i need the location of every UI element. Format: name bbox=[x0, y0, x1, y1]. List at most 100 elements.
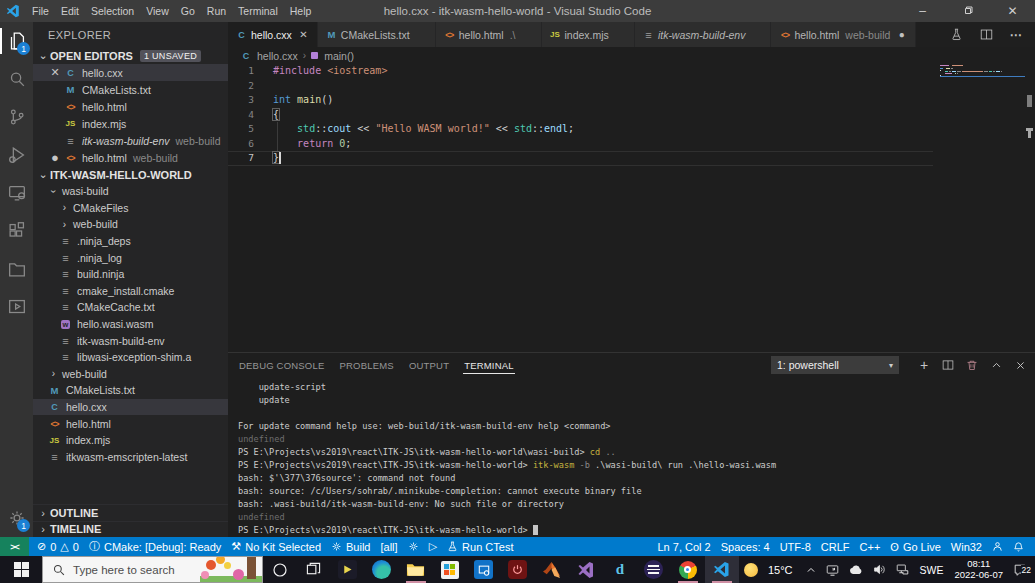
taskbar-search-input[interactable]: Type here to search bbox=[42, 556, 263, 583]
taskbar-app-d-app[interactable]: d bbox=[603, 556, 637, 583]
status-language-mode[interactable]: C++ bbox=[855, 541, 886, 553]
tree-file[interactable]: <>hello.html bbox=[33, 415, 228, 432]
status-build[interactable]: Build bbox=[326, 541, 375, 553]
tab-hello.html[interactable]: <>hello.htmlweb-build● bbox=[771, 22, 916, 47]
modified-dot-icon[interactable]: ● bbox=[47, 150, 63, 165]
open-editor-item[interactable]: ✕Chello.cxx bbox=[33, 64, 228, 81]
tab-index.mjs[interactable]: JSindex.mjs bbox=[542, 22, 635, 47]
network-icon[interactable] bbox=[891, 563, 914, 576]
remote-indicator[interactable]: >< bbox=[0, 537, 29, 556]
open-editor-item[interactable]: ≡itk-wasm-build-envweb-build bbox=[33, 132, 228, 149]
start-button[interactable] bbox=[0, 556, 42, 583]
close-icon[interactable]: ✕ bbox=[47, 66, 63, 79]
taskbar-app-store[interactable] bbox=[433, 556, 467, 583]
terminal-output[interactable]: update-script update For update command … bbox=[228, 377, 1035, 537]
menu-file[interactable]: File bbox=[26, 0, 55, 22]
status-cmake-status[interactable]: ⓘCMake: [Debug]: Ready bbox=[84, 539, 226, 554]
split-terminal-icon[interactable] bbox=[941, 359, 955, 371]
status-cursor-position[interactable]: Ln 7, Col 2 bbox=[653, 541, 716, 553]
status-eol[interactable]: CRLF bbox=[816, 541, 855, 553]
menu-edit[interactable]: Edit bbox=[55, 0, 85, 22]
keyboard-language[interactable]: SWE bbox=[914, 564, 948, 576]
status-go-live[interactable]: ʘGo Live bbox=[885, 541, 945, 553]
activity-extensions[interactable] bbox=[0, 212, 33, 250]
taskbar-app-chrome[interactable] bbox=[671, 556, 705, 583]
tree-file[interactable]: JSindex.mjs bbox=[33, 432, 228, 449]
tree-file[interactable]: MCMakeLists.txt bbox=[33, 382, 228, 399]
status-run-ctest[interactable]: Run CTest bbox=[442, 541, 518, 553]
status-kit-select[interactable]: ⚒No Kit Selected bbox=[226, 540, 326, 553]
tab-hello.html[interactable]: <>hello.html.\ bbox=[436, 22, 542, 47]
maximize-panel-icon[interactable] bbox=[989, 360, 1003, 371]
taskbar-app-vscode[interactable] bbox=[705, 556, 739, 583]
tree-folder[interactable]: ›web-build bbox=[33, 366, 228, 383]
minimize-button[interactable]: – bbox=[900, 0, 945, 22]
taskbar-app-eclipse[interactable] bbox=[637, 556, 671, 583]
kill-terminal-icon[interactable] bbox=[965, 359, 979, 371]
taskbar-app-power-app[interactable] bbox=[501, 556, 535, 583]
activity-settings[interactable]: 1 bbox=[0, 499, 33, 537]
onedrive-icon[interactable] bbox=[844, 565, 868, 575]
terminal-shell-selector[interactable]: 1: powershell ▾ bbox=[771, 356, 899, 374]
new-terminal-icon[interactable]: + bbox=[917, 357, 931, 373]
workspace-folder-header[interactable]: ⌄ ITK-WASM-HELLO-WORLD bbox=[33, 166, 228, 183]
restore-button[interactable] bbox=[945, 0, 990, 22]
activity-remote-explorer[interactable] bbox=[0, 174, 33, 212]
taskbar-app-matlab[interactable] bbox=[535, 556, 569, 583]
tree-file[interactable]: ≡.ninja_deps bbox=[33, 233, 228, 250]
panel-tab-debug-console[interactable]: DEBUG CONSOLE bbox=[238, 353, 325, 377]
activity-search[interactable] bbox=[0, 60, 33, 98]
status-notifications[interactable] bbox=[1008, 541, 1029, 553]
activity-source-control[interactable] bbox=[0, 98, 33, 136]
open-editor-item[interactable]: MCMakeLists.txt bbox=[33, 81, 228, 98]
menu-view[interactable]: View bbox=[140, 0, 175, 22]
modified-dot-icon[interactable]: ● bbox=[895, 29, 908, 40]
tree-file[interactable]: Chello.cxx bbox=[33, 399, 228, 416]
weather-temp[interactable]: 15°C bbox=[763, 564, 802, 576]
volume-icon[interactable] bbox=[868, 563, 891, 576]
close-icon[interactable]: ✕ bbox=[297, 29, 310, 40]
status-encoding[interactable]: UTF-8 bbox=[775, 541, 816, 553]
activity-project-manager[interactable] bbox=[0, 250, 33, 288]
tray-clock[interactable]: 08:11 2022-06-07 bbox=[948, 559, 1009, 580]
taskbar-app-cortana[interactable] bbox=[263, 556, 297, 583]
cast-icon[interactable] bbox=[821, 563, 844, 576]
tree-file[interactable]: ≡cmake_install.cmake bbox=[33, 283, 228, 300]
taskbar-app-movies-tv[interactable] bbox=[331, 556, 365, 583]
breadcrumb-item[interactable]: hello.cxx bbox=[257, 50, 298, 62]
panel-tab-terminal[interactable]: TERMINAL bbox=[463, 353, 515, 377]
tree-folder[interactable]: ›wasi-build bbox=[33, 183, 228, 200]
taskbar-app-task-view[interactable] bbox=[297, 556, 331, 583]
close-panel-icon[interactable] bbox=[1013, 360, 1027, 371]
activity-run-debug[interactable] bbox=[0, 136, 33, 174]
panel-tab-output[interactable]: OUTPUT bbox=[408, 353, 450, 377]
tree-file[interactable]: ≡itk-wasm-build-env bbox=[33, 332, 228, 349]
status-problems[interactable]: ⊘0△0 bbox=[32, 540, 84, 553]
weather-icon[interactable] bbox=[739, 563, 763, 577]
tree-file[interactable]: ≡build.ninja bbox=[33, 266, 228, 283]
status-feedback[interactable] bbox=[987, 541, 1008, 552]
status-debug-target[interactable] bbox=[403, 541, 424, 552]
timeline-header[interactable]: › TIMELINE bbox=[33, 521, 228, 538]
activity-live-preview[interactable] bbox=[0, 288, 33, 326]
taskbar-app-dev-app[interactable] bbox=[467, 556, 501, 583]
activity-explorer[interactable]: 1 bbox=[0, 22, 33, 60]
breadcrumb[interactable]: Chello.cxx›main() bbox=[228, 47, 1035, 64]
open-editors-header[interactable]: ⌄ OPEN EDITORS 1 UNSAVED bbox=[33, 47, 228, 64]
taskbar-app-visual-studio[interactable] bbox=[569, 556, 603, 583]
status-platform[interactable]: Win32 bbox=[946, 541, 987, 553]
tree-file[interactable]: whello.wasi.wasm bbox=[33, 316, 228, 333]
minimap[interactable] bbox=[940, 65, 1025, 76]
tray-expand-icon[interactable] bbox=[801, 565, 821, 575]
status-launch[interactable]: ▷ bbox=[424, 540, 442, 553]
tree-file[interactable]: ≡itkwasm-emscripten-latest bbox=[33, 449, 228, 466]
tab-CMakeLists.txt[interactable]: MCMakeLists.txt bbox=[318, 22, 436, 47]
open-editor-item[interactable]: JSindex.mjs bbox=[33, 115, 228, 132]
open-editor-item[interactable]: ●<>hello.htmlweb-build bbox=[33, 149, 228, 166]
status-build-target[interactable]: [all] bbox=[376, 541, 403, 553]
taskbar-app-file-explorer[interactable] bbox=[399, 556, 433, 583]
tree-file[interactable]: ≡CMakeCache.txt bbox=[33, 299, 228, 316]
tree-folder[interactable]: ›web-build bbox=[33, 216, 228, 233]
tab-itk-wasm-build-env[interactable]: ≡itk-wasm-build-env bbox=[635, 22, 772, 47]
tab-hello.cxx[interactable]: Chello.cxx✕ bbox=[228, 22, 318, 47]
